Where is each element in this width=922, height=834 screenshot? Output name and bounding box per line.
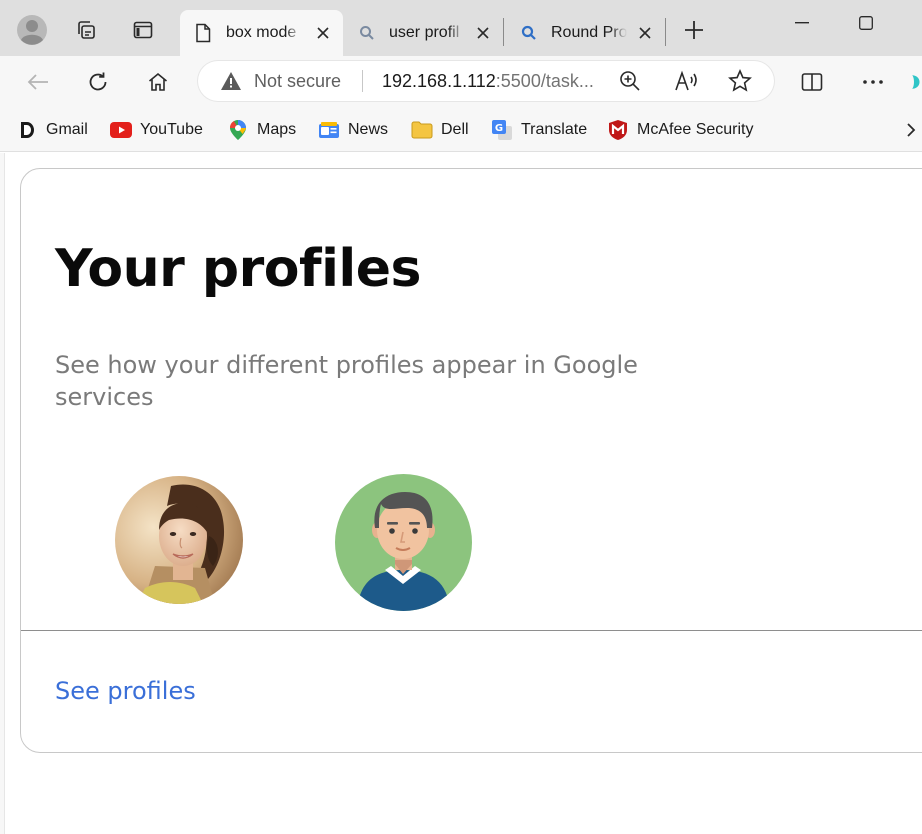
home-icon (148, 72, 168, 91)
page-subtitle: See how your different profiles appear i… (55, 351, 638, 411)
bookmark-label: News (348, 121, 389, 138)
bookmark-label: McAfee Security (637, 121, 754, 138)
bookmark-mcafee[interactable]: McAfee Security (607, 118, 753, 142)
home-button[interactable] (140, 64, 176, 100)
profiles-card: Your profiles See how your different pro… (20, 168, 922, 753)
read-aloud-button[interactable] (674, 69, 698, 93)
card-divider (21, 630, 922, 631)
tab-box-model[interactable]: box mode (180, 10, 343, 56)
back-button[interactable] (20, 64, 56, 100)
bookmark-news[interactable]: News (318, 118, 388, 142)
tab-close-button[interactable] (313, 23, 333, 43)
bookmarks-overflow-button[interactable] (900, 118, 922, 142)
close-icon (477, 27, 489, 39)
close-icon (639, 27, 651, 39)
url-text[interactable]: 192.168.1.112:5500/task... (382, 71, 594, 92)
plus-icon (685, 21, 703, 39)
profile-button[interactable] (14, 12, 50, 48)
bookmark-gmail[interactable]: Gmail (18, 118, 88, 142)
bookmarks-bar: Gmail YouTube Maps News Dell G Translate (0, 108, 922, 152)
svg-text:G: G (495, 123, 503, 134)
minimize-button[interactable] (779, 8, 825, 38)
maps-icon (227, 119, 249, 141)
split-screen-button[interactable] (794, 64, 830, 100)
collections-button[interactable] (68, 12, 104, 48)
maximize-button[interactable] (843, 8, 889, 38)
news-icon (318, 119, 340, 141)
back-arrow-icon (27, 74, 48, 90)
bookmark-label: YouTube (140, 121, 203, 138)
viewport-edge (0, 153, 5, 834)
youtube-icon (110, 119, 132, 141)
new-tab-button[interactable] (676, 12, 712, 48)
translate-icon: G (491, 119, 513, 141)
profile-avatar-woman[interactable] (115, 476, 243, 604)
url-path: :5500/task... (495, 71, 594, 91)
man-cartoon-avatar (335, 474, 472, 611)
profile-avatar-man[interactable] (335, 474, 472, 611)
split-screen-icon (801, 73, 823, 91)
tab-actions-button[interactable] (125, 12, 161, 48)
search-icon (521, 25, 536, 40)
bookmark-dell-folder[interactable]: Dell (411, 118, 469, 142)
bookmark-label: Gmail (46, 121, 88, 138)
mcafee-icon (607, 119, 629, 141)
tab-separator (665, 18, 666, 46)
tab-separator (503, 18, 504, 46)
tab-close-button[interactable] (635, 23, 655, 43)
reload-icon (89, 72, 107, 91)
star-icon (728, 69, 752, 92)
bookmark-label: Dell (441, 121, 469, 138)
warning-icon (221, 72, 241, 90)
settings-more-button[interactable] (855, 64, 891, 100)
tab-title: box mode (226, 24, 297, 41)
search-icon (360, 26, 374, 40)
bookmark-youtube[interactable]: YouTube (110, 118, 203, 142)
profile-icon (17, 15, 47, 45)
page-viewport: Your profiles See how your different pro… (0, 153, 922, 834)
tab-title: user profil (389, 24, 460, 41)
bookmark-label: Translate (521, 121, 588, 138)
folder-icon (411, 119, 433, 141)
browser-toolbar: Not secure 192.168.1.112:5500/task... (0, 56, 922, 108)
tab-round-profile[interactable]: Round Pro (507, 10, 665, 56)
vertical-tabs-icon (133, 21, 153, 39)
close-icon (317, 27, 329, 39)
bookmark-maps[interactable]: Maps (227, 118, 296, 142)
see-profiles-link[interactable]: See profiles (55, 677, 196, 705)
copilot-icon (912, 75, 920, 89)
tab-strip: box mode user profil Round Pro (0, 0, 922, 56)
chevron-right-icon (907, 123, 916, 137)
page-title: Your profiles (55, 239, 421, 299)
address-bar[interactable]: Not secure 192.168.1.112:5500/task... (198, 61, 774, 101)
bookmark-label: Maps (257, 121, 297, 138)
bookmark-translate[interactable]: G Translate (491, 118, 587, 142)
gmail-icon (18, 119, 36, 141)
tab-title: Round Pro (551, 24, 627, 41)
read-aloud-icon (675, 70, 697, 91)
maximize-icon (859, 16, 873, 30)
security-status[interactable]: Not secure (254, 71, 341, 92)
tab-close-button[interactable] (473, 23, 493, 43)
more-icon (863, 80, 883, 84)
url-host: 192.168.1.112 (382, 71, 496, 91)
minimize-icon (795, 22, 809, 24)
zoom-in-icon (620, 71, 640, 91)
collections-icon (78, 21, 95, 39)
tab-user-profile[interactable]: user profil (345, 10, 503, 56)
copilot-button[interactable] (906, 64, 922, 100)
woman-photo-avatar (115, 476, 243, 604)
page-icon (196, 23, 211, 43)
zoom-button[interactable] (618, 69, 642, 93)
favorite-button[interactable] (728, 69, 752, 93)
reload-button[interactable] (80, 64, 116, 100)
address-separator (362, 70, 363, 92)
